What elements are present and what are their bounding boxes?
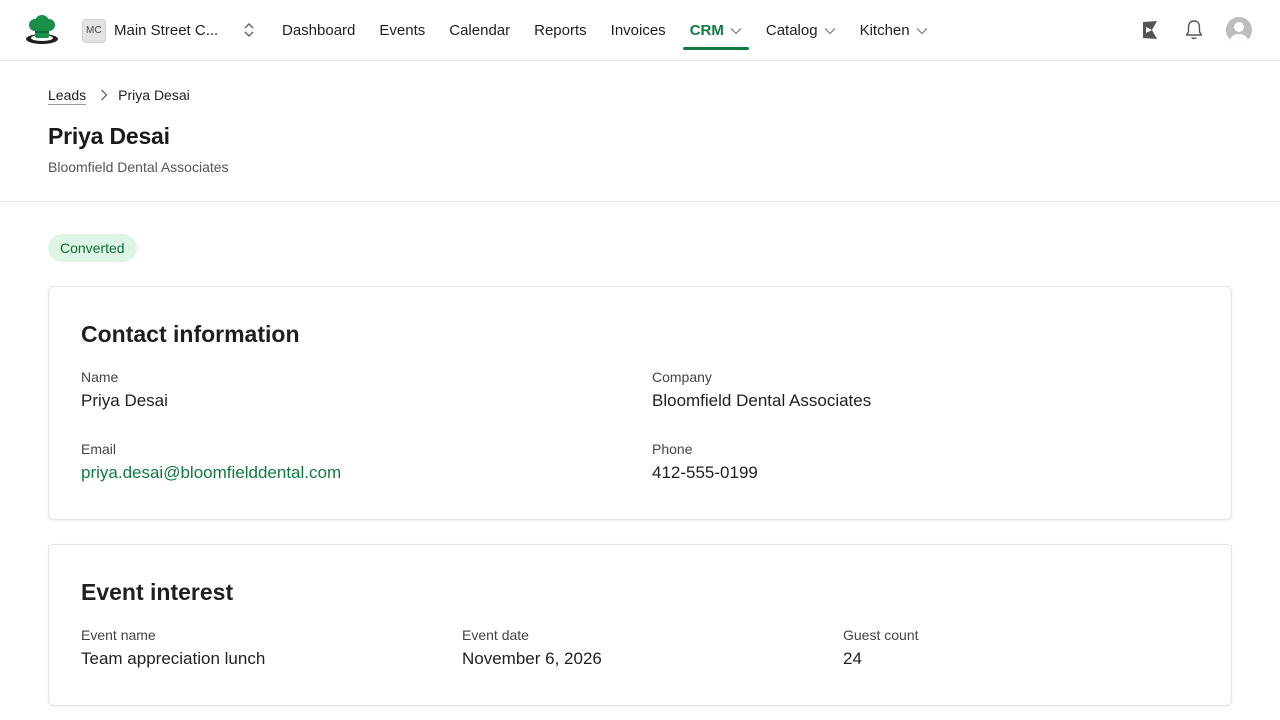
chevron-up-down-icon [244, 22, 254, 38]
field-label: Name [81, 369, 119, 385]
card-title: Event interest [81, 579, 234, 605]
chevron-right-icon [101, 89, 108, 101]
field-label: Email [81, 441, 117, 457]
chevron-down-icon [730, 27, 742, 34]
chef-hat-logo-icon[interactable] [24, 14, 60, 46]
nav-reports[interactable]: Reports [522, 0, 599, 61]
field-value: Priya Desai [81, 391, 168, 410]
event-name-field: Event name Team appreciation lunch [81, 627, 265, 669]
field-label: Company [652, 369, 712, 385]
field-label: Phone [652, 441, 693, 457]
field-value: 24 [843, 649, 862, 668]
user-avatar-icon[interactable] [1226, 17, 1252, 43]
nav-label: Catalog [765, 22, 818, 39]
org-name: Main Street C... [114, 22, 219, 39]
event-date-field: Event date November 6, 2026 [462, 627, 602, 669]
field-label: Event name [81, 627, 156, 643]
nav-invoices[interactable]: Invoices [599, 0, 678, 61]
nav-label: Reports [534, 22, 587, 39]
nav-calendar[interactable]: Calendar [437, 0, 522, 61]
field-value: Bloomfield Dental Associates [652, 391, 872, 410]
field-value: 412-555-0199 [652, 463, 758, 482]
card-title: Contact information [81, 321, 300, 347]
megaphone-icon[interactable] [1138, 16, 1162, 44]
page-header: Leads Priya Desai Priya Desai Bloomfield… [0, 61, 1280, 202]
breadcrumb-current: Priya Desai [118, 87, 190, 103]
field-value: Team appreciation lunch [81, 649, 266, 668]
nav-label: Calendar [449, 22, 511, 39]
chevron-down-icon [916, 27, 928, 34]
contact-information-card: Contact information Name Priya Desai Com… [48, 286, 1232, 520]
email-link[interactable]: priya.desai@bloomfielddental.com [81, 463, 341, 483]
company-field: Company Bloomfield Dental Associates [652, 369, 871, 411]
status-badge: Converted [48, 234, 137, 262]
chevron-down-icon [824, 27, 836, 34]
nav-crm[interactable]: CRM [678, 0, 754, 61]
nav-dashboard[interactable]: Dashboard [270, 0, 367, 61]
page-subtitle: Bloomfield Dental Associates [48, 159, 229, 175]
guest-count-field: Guest count 24 [843, 627, 919, 669]
event-interest-card: Event interest Event name Team appreciat… [48, 544, 1232, 706]
main-nav: Dashboard Events Calendar Reports Invoic… [270, 0, 940, 61]
nav-label: Kitchen [859, 22, 910, 39]
field-label: Event date [462, 627, 529, 643]
email-field: Email priya.desai@bloomfielddental.com [81, 441, 341, 483]
organization-switcher[interactable]: MC Main Street C... [82, 18, 254, 43]
bell-icon[interactable] [1182, 16, 1206, 44]
top-actions [1138, 16, 1252, 44]
nav-label: CRM [689, 22, 724, 39]
top-navigation-bar: MC Main Street C... Dashboard Events Cal… [0, 0, 1280, 61]
nav-label: Dashboard [282, 22, 356, 39]
nav-label: Events [379, 22, 426, 39]
nav-kitchen[interactable]: Kitchen [848, 0, 940, 61]
breadcrumb-leads-link[interactable]: Leads [48, 87, 86, 103]
name-field: Name Priya Desai [81, 369, 168, 411]
field-label: Guest count [843, 627, 919, 643]
breadcrumb: Leads Priya Desai [48, 87, 190, 103]
page-title: Priya Desai [48, 123, 170, 149]
nav-label: Invoices [610, 22, 666, 39]
nav-events[interactable]: Events [367, 0, 437, 61]
field-value: November 6, 2026 [462, 649, 602, 668]
org-initials-badge: MC [82, 18, 106, 43]
nav-catalog[interactable]: Catalog [754, 0, 848, 61]
phone-field: Phone 412-555-0199 [652, 441, 758, 483]
